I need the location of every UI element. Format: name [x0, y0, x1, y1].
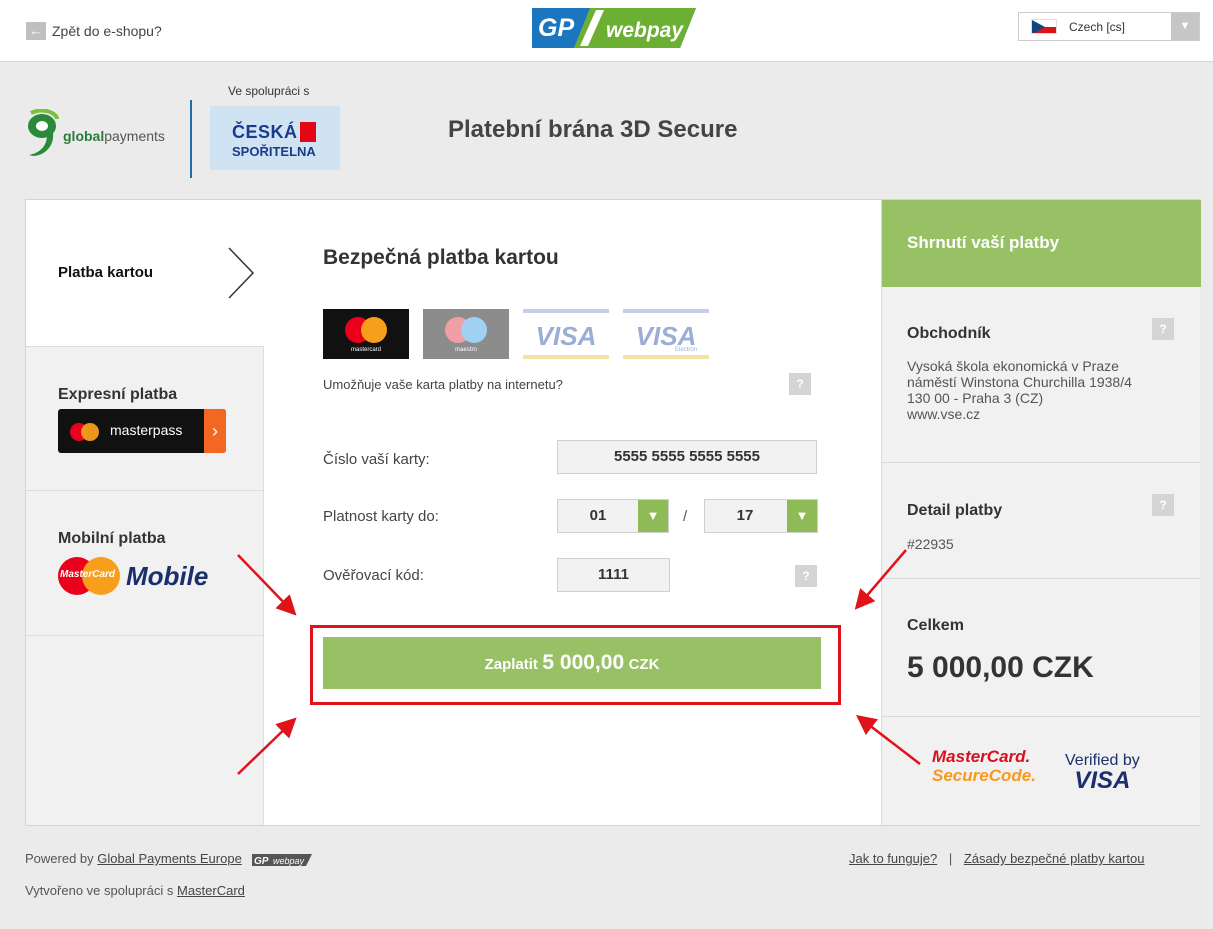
- mastercard-logo: mastercard: [323, 309, 409, 359]
- bank-emblem-icon: [300, 122, 316, 142]
- language-select[interactable]: Czech [cs] ▼: [1018, 12, 1200, 41]
- powered-by: Powered by Global Payments Europe GP web…: [25, 851, 313, 867]
- tab-express-payment[interactable]: Expresní platba masterpass ›: [26, 346, 264, 491]
- help-icon[interactable]: ?: [1152, 494, 1174, 516]
- help-icon[interactable]: ?: [789, 373, 811, 395]
- merchant-web: www.vse.cz: [907, 406, 981, 422]
- chevron-right-icon: [228, 247, 255, 299]
- detail-heading: Detail platby: [907, 502, 1003, 519]
- gp-webpay-mini-logo: GP webpay: [252, 853, 313, 867]
- vbv-line2: VISA: [1074, 767, 1131, 794]
- security-rules-link[interactable]: Zásady bezpečné platby kartou: [964, 851, 1145, 866]
- pay-button[interactable]: Zaplatit 5 000,00 CZK: [323, 637, 821, 689]
- masterpass-label: masterpass: [110, 422, 183, 438]
- merchant-name: Vysoká škola ekonomická v Praze: [907, 358, 1119, 374]
- mastercard-circles-icon: MasterCard: [58, 557, 120, 595]
- payment-summary: Shrnutí vaší platby Obchodník ? Vysoká š…: [881, 200, 1201, 825]
- czech-flag-icon: [1031, 19, 1057, 34]
- help-icon[interactable]: ?: [795, 565, 817, 587]
- chevron-down-icon: ▼: [1171, 13, 1199, 40]
- masterpass-button[interactable]: masterpass ›: [58, 409, 226, 453]
- back-label: Zpět do e-shopu?: [52, 23, 162, 39]
- securecode-line1: MasterCard.: [932, 747, 1031, 766]
- pay-currency: CZK: [628, 656, 660, 673]
- expiry-label: Platnost karty do:: [323, 508, 439, 525]
- ceska-sporitelna-logo: ČESKÁ SPOŘITELNA: [210, 106, 340, 170]
- top-bar: ← Zpět do e-shopu? GP webpay Czech [cs] …: [0, 0, 1213, 62]
- summary-title: Shrnutí vaší platby: [907, 233, 1060, 252]
- how-it-works-link[interactable]: Jak to funguje?: [849, 851, 937, 866]
- mastercard-securecode-logo: MasterCard. SecureCode.: [932, 748, 1036, 786]
- payment-panel: Platba kartou Expresní platba masterpass…: [25, 199, 1201, 826]
- created-with: Vytvořeno ve spolupráci s MasterCard: [25, 883, 245, 898]
- chevron-down-icon: ▼: [787, 500, 817, 532]
- card-number-label: Číslo vaší karty:: [323, 451, 430, 468]
- global-payments-logo: globalpayments: [25, 109, 165, 163]
- footer-links: Jak to funguje? | Zásady bezpečné platby…: [849, 851, 1145, 866]
- expiry-year-select[interactable]: 17 ▼: [704, 499, 818, 533]
- language-label: Czech [cs]: [1069, 19, 1126, 34]
- help-icon[interactable]: ?: [1152, 318, 1174, 340]
- payment-id: #22935: [907, 536, 954, 552]
- svg-text:webpay: webpay: [606, 19, 684, 42]
- cvc-field[interactable]: 1111: [557, 558, 670, 592]
- masterpass-orange-circle-icon: [81, 423, 99, 441]
- accepted-cards: mastercard maestro VISA VISA Electron: [323, 309, 723, 359]
- powered-by-label: Powered by: [25, 851, 94, 866]
- partnership-label: Ve spolupráci s: [228, 84, 310, 98]
- expiry-separator: /: [683, 508, 688, 525]
- merchant-street: náměstí Winstona Churchilla 1938/4: [907, 374, 1132, 390]
- expiry-year-value: 17: [736, 507, 754, 524]
- footer-separator: |: [948, 851, 953, 866]
- tab-card-payment[interactable]: Platba kartou: [26, 200, 265, 346]
- card-number-field[interactable]: 5555 5555 5555 5555: [557, 440, 817, 474]
- total-section: Celkem: [882, 579, 1201, 717]
- arrow-left-icon: ←: [26, 22, 46, 40]
- total-amount: 5 000,00 CZK: [907, 651, 1094, 684]
- bank-name-line2: SPOŘITELNA: [232, 144, 316, 159]
- created-with-label: Vytvořeno ve spolupráci s: [25, 883, 174, 898]
- form-title: Bezpečná platba kartou: [323, 246, 559, 269]
- mobile-label: Mobile: [126, 560, 209, 591]
- bank-name-line1: ČESKÁ: [232, 122, 298, 142]
- tab-card-label: Platba kartou: [58, 264, 154, 281]
- mastercard-small-label: MasterCard: [60, 569, 116, 580]
- tab-mobile-payment[interactable]: Mobilní platba MasterCard Mobile: [26, 491, 264, 636]
- tab-mobile-label: Mobilní platba: [58, 530, 166, 547]
- global-payments-mark-icon: [28, 109, 59, 156]
- total-heading: Celkem: [907, 617, 964, 634]
- svg-text:GP: GP: [538, 14, 574, 42]
- card-internet-question: Umožňuje vaše karta platby na internetu?: [323, 377, 563, 392]
- global-payments-bold: global: [63, 128, 105, 144]
- pay-amount: 5 000,00: [542, 651, 625, 674]
- mastercard-mobile-logo: MasterCard Mobile: [58, 557, 208, 595]
- svg-text:GP: GP: [254, 856, 269, 867]
- header-divider: [190, 100, 192, 178]
- tab-express-label: Expresní platba: [58, 386, 178, 403]
- payment-detail-section: Detail platby ? #22935: [882, 463, 1201, 579]
- payment-method-tabs: Platba kartou Expresní platba masterpass…: [26, 200, 265, 825]
- chevron-right-icon: ›: [204, 409, 226, 453]
- visa-electron-logo: VISA Electron: [623, 309, 709, 359]
- verified-by-visa-logo: Verified by VISA: [1065, 752, 1140, 794]
- securecode-line2: SecureCode.: [932, 766, 1036, 785]
- visa-logo: VISA: [523, 309, 609, 359]
- back-to-eshop-link[interactable]: ← Zpět do e-shopu?: [26, 22, 162, 40]
- expiry-month-select[interactable]: 01 ▼: [557, 499, 669, 533]
- merchant-heading: Obchodník: [907, 325, 991, 342]
- maestro-logo: maestro: [423, 309, 509, 359]
- global-payments-rest: payments: [104, 128, 165, 144]
- pay-prefix: Zaplatit: [484, 656, 538, 673]
- gp-webpay-logo: GP webpay: [532, 8, 696, 48]
- mastercard-link[interactable]: MasterCard: [177, 883, 245, 898]
- summary-header: Shrnutí vaší platby: [882, 200, 1201, 287]
- svg-text:webpay: webpay: [273, 856, 305, 866]
- cvc-label: Ověřovací kód:: [323, 567, 424, 584]
- expiry-month-value: 01: [589, 507, 607, 524]
- global-payments-europe-link[interactable]: Global Payments Europe: [97, 851, 242, 866]
- merchant-city: 130 00 - Praha 3 (CZ): [907, 390, 1044, 406]
- merchant-section: Obchodník ? Vysoká škola ekonomická v Pr…: [882, 287, 1201, 463]
- chevron-down-icon: ▼: [638, 500, 668, 532]
- page-title: Platební brána 3D Secure: [448, 116, 738, 143]
